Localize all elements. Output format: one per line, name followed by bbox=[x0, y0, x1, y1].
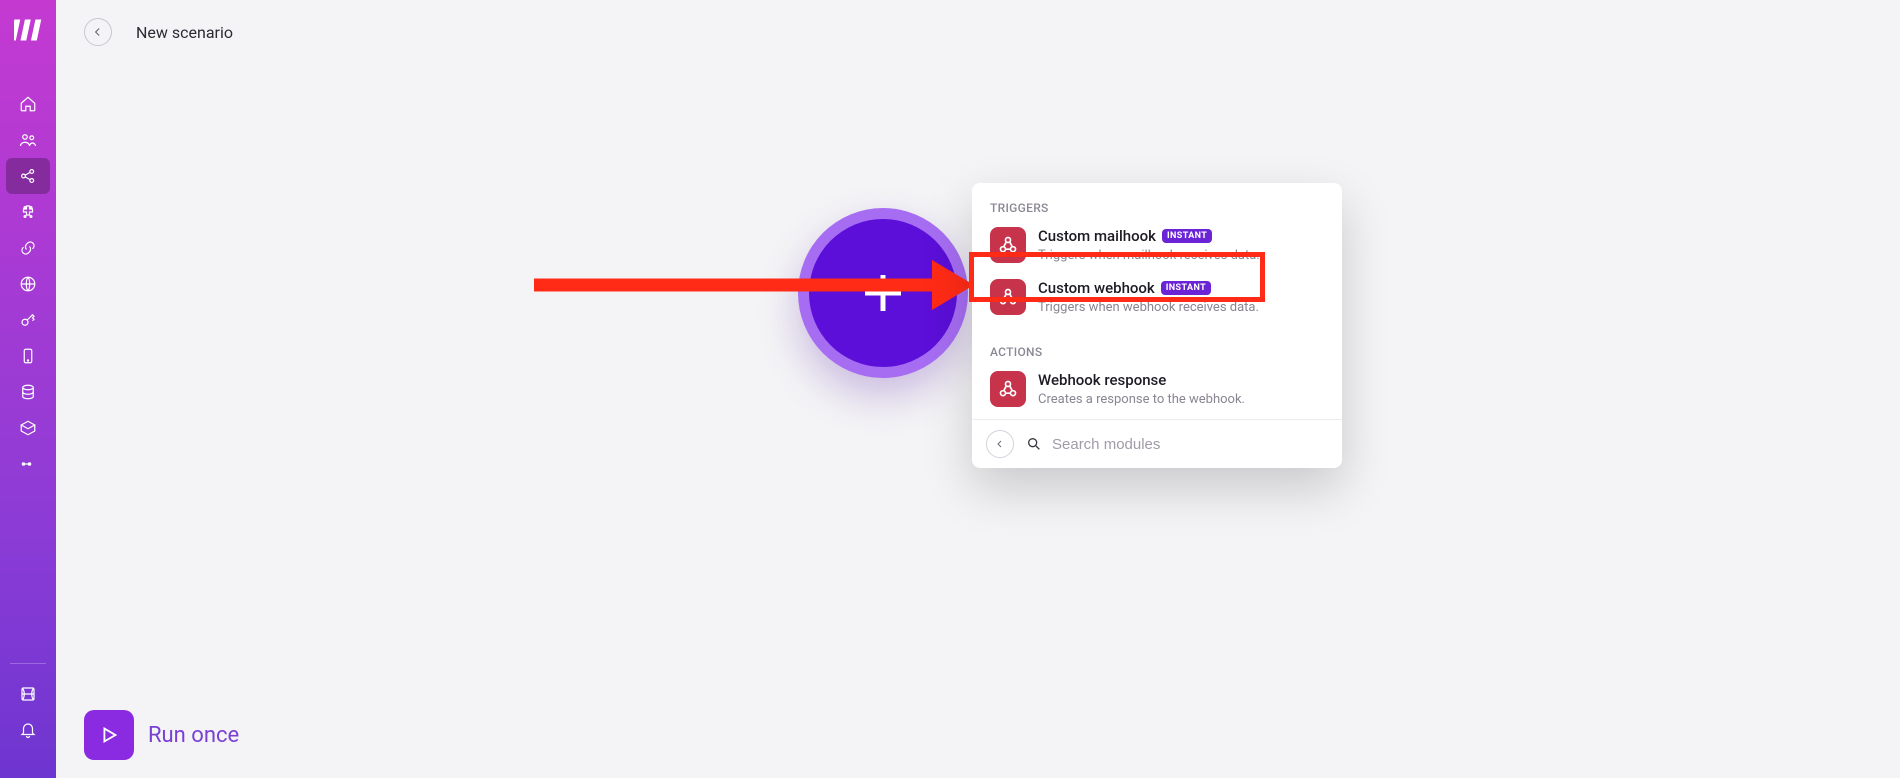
search-icon bbox=[1026, 436, 1042, 452]
run-once-label: Run once bbox=[148, 723, 239, 748]
add-module-halo bbox=[798, 208, 968, 378]
item-desc-text: Triggers when webhook receives data. bbox=[1038, 300, 1259, 315]
webhook-icon bbox=[990, 371, 1026, 407]
nav-keys[interactable] bbox=[6, 302, 50, 338]
nav-scenarios[interactable] bbox=[6, 158, 50, 194]
run-once-button[interactable] bbox=[84, 710, 134, 760]
triggers-header: TRIGGERS bbox=[972, 183, 1342, 223]
item-title-text: Custom mailhook bbox=[1038, 227, 1156, 245]
topbar: New scenario bbox=[56, 0, 1900, 64]
play-icon bbox=[98, 724, 120, 746]
search-modules-input[interactable] bbox=[1052, 436, 1328, 453]
nav-notifications[interactable] bbox=[6, 712, 50, 748]
main-canvas: New scenario TRIGGERS Custom mailhook IN… bbox=[56, 0, 1900, 778]
sidebar-separator bbox=[10, 663, 46, 664]
arrow-left-icon bbox=[994, 438, 1006, 450]
trigger-item-mailhook[interactable]: Custom mailhook INSTANT Triggers when ma… bbox=[972, 223, 1342, 275]
back-button[interactable] bbox=[84, 18, 112, 46]
nav-webhooks[interactable] bbox=[6, 266, 50, 302]
module-picker-panel: TRIGGERS Custom mailhook INSTANT Trigger… bbox=[972, 183, 1342, 468]
nav-templates[interactable] bbox=[6, 194, 50, 230]
sidebar bbox=[0, 0, 56, 778]
webhook-icon bbox=[990, 227, 1026, 263]
run-bar: Run once bbox=[84, 710, 239, 760]
item-title-text: Webhook response bbox=[1038, 371, 1166, 389]
logo bbox=[14, 16, 42, 48]
arrow-left-icon bbox=[91, 25, 105, 39]
nav-data-stores[interactable] bbox=[6, 374, 50, 410]
panel-back-button[interactable] bbox=[986, 430, 1014, 458]
item-desc-text: Creates a response to the webhook. bbox=[1038, 392, 1245, 407]
item-title-text: Custom webhook bbox=[1038, 279, 1155, 297]
nav-home[interactable] bbox=[6, 86, 50, 122]
sidebar-nav bbox=[6, 86, 50, 482]
trigger-item-webhook[interactable]: Custom webhook INSTANT Triggers when web… bbox=[972, 275, 1342, 327]
plus-icon bbox=[856, 266, 910, 320]
nav-devices[interactable] bbox=[6, 338, 50, 374]
nav-help[interactable] bbox=[6, 676, 50, 712]
webhook-icon bbox=[990, 279, 1026, 315]
instant-badge: INSTANT bbox=[1161, 281, 1211, 295]
actions-header: ACTIONS bbox=[972, 327, 1342, 367]
action-item-webhook-response[interactable]: Webhook response Creates a response to t… bbox=[972, 367, 1342, 419]
nav-data-structures[interactable] bbox=[6, 410, 50, 446]
nav-connections[interactable] bbox=[6, 230, 50, 266]
scenario-title[interactable]: New scenario bbox=[136, 23, 233, 42]
nav-more[interactable] bbox=[6, 446, 50, 482]
nav-team[interactable] bbox=[6, 122, 50, 158]
panel-footer bbox=[972, 419, 1342, 468]
add-module-button[interactable] bbox=[809, 219, 957, 367]
instant-badge: INSTANT bbox=[1162, 229, 1212, 243]
item-desc-text: Triggers when mailhook receives data. bbox=[1038, 248, 1260, 263]
search-wrap bbox=[1026, 436, 1328, 453]
